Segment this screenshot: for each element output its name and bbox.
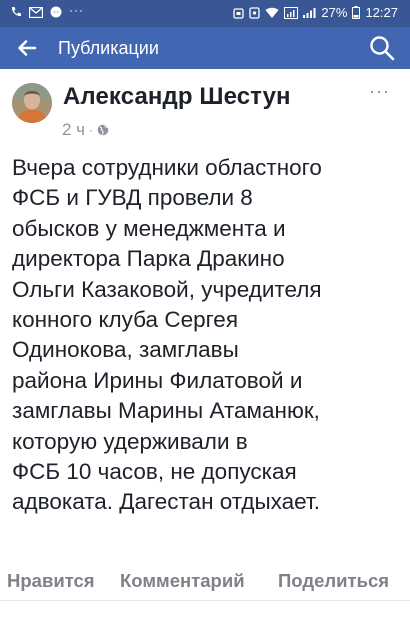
post-text-line: Одинокова, замглавы — [12, 337, 239, 363]
post-text-line: района Ирины Филатовой и — [12, 367, 303, 393]
mail-icon — [29, 6, 43, 18]
comment-button[interactable]: Комментарий — [120, 570, 245, 592]
status-bar-system: 27% 12:27 — [233, 5, 398, 20]
post-text-line: Ольги Казаковой, учредителя — [12, 276, 322, 302]
globe-icon — [97, 124, 109, 136]
post-text-line: ФСБ и ГУВД провели 8 — [12, 185, 253, 211]
post-text-line: ФСБ 10 часов, не допуская — [12, 459, 297, 485]
share-button[interactable]: Поделиться — [278, 570, 389, 592]
author-name[interactable]: Александр Шестун — [63, 83, 291, 111]
messenger-icon — [50, 6, 62, 18]
post-header: Александр Шестун 2 ч · ··· — [0, 69, 410, 149]
battery-icon — [352, 6, 361, 19]
post-text-line: Вчера сотрудники областного — [12, 155, 322, 180]
alarm-icon — [233, 7, 245, 19]
avatar[interactable] — [12, 83, 52, 123]
post-time[interactable]: 2 ч — [62, 120, 85, 140]
status-bar: ··· 27% 12:27 — [0, 0, 410, 27]
phone-icon — [11, 7, 21, 17]
signal-icon — [284, 6, 299, 19]
more-notifications-icon: ··· — [69, 3, 84, 17]
avatar-image — [12, 83, 52, 123]
post-text-line: которую удерживали в — [12, 428, 248, 454]
post-meta: 2 ч · — [62, 120, 109, 140]
divider — [0, 600, 410, 601]
battery-percent: 27% — [321, 5, 348, 20]
post-text-line: конного клуба Сергея — [12, 307, 238, 333]
back-arrow-icon — [18, 40, 37, 56]
post-text-line: директора Парка Дракино — [12, 246, 285, 272]
status-time: 12:27 — [365, 5, 398, 20]
post-actions: Нравится Комментарий Поделиться — [0, 566, 410, 598]
post-text-line: адвоката. Дагестан отдыхает. — [12, 489, 320, 515]
status-bar-notifications: ··· — [10, 3, 84, 18]
signal-strength-icon — [303, 7, 316, 18]
post-text-line: обысков у менеджмента и — [12, 215, 286, 241]
search-button[interactable] — [368, 34, 396, 62]
post-text: Вчера сотрудники областного ФСБ и ГУВД п… — [12, 153, 404, 518]
meta-separator: · — [89, 123, 94, 137]
search-icon — [370, 36, 395, 61]
back-button[interactable] — [14, 35, 40, 61]
more-icon: ··· — [369, 81, 390, 101]
nfc-icon — [249, 6, 261, 19]
page-title: Публикации — [58, 38, 159, 58]
app-bar: Публикации — [0, 27, 410, 69]
wifi-icon — [265, 7, 279, 18]
like-button[interactable]: Нравится — [7, 570, 95, 592]
post-text-line: замглавы Марины Атаманюк, — [12, 398, 320, 424]
more-options-button[interactable]: ··· — [369, 81, 390, 102]
